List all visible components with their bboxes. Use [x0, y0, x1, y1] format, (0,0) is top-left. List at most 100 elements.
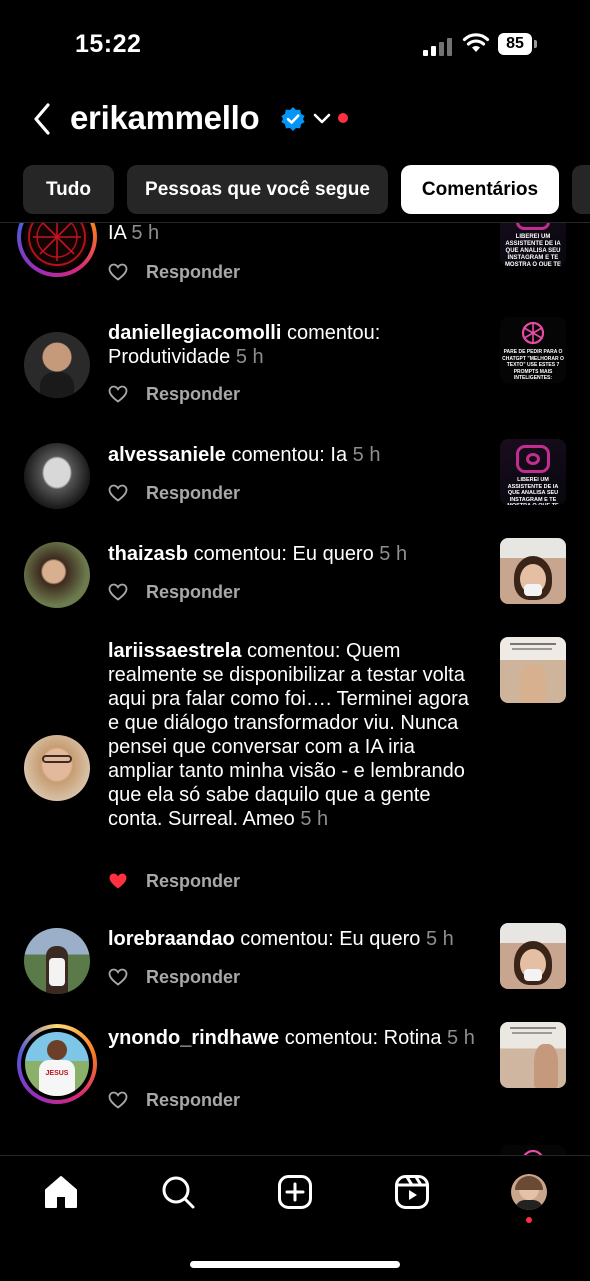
- comment-text: daniellegiacomolli comentou: Produtivida…: [108, 321, 483, 369]
- profile-notification-dot: [526, 1217, 532, 1223]
- avatar-shirt-text: JESUS: [45, 1070, 69, 1077]
- profile-avatar[interactable]: [511, 1174, 547, 1210]
- reply-button[interactable]: Responder: [146, 483, 240, 504]
- comment-verb: comentou:: [286, 322, 381, 344]
- comment-verb: comentou:: [240, 928, 334, 950]
- comment-username[interactable]: thaizasb: [108, 543, 188, 565]
- tab-pessoas-que-voce-segue[interactable]: Pessoas que você segue: [127, 165, 388, 214]
- comment-text: lariissaestrela comentou: Quem realmente…: [108, 639, 483, 831]
- comment-text: IA 5 h: [108, 223, 483, 245]
- heart-filled-icon[interactable]: [108, 872, 128, 890]
- compass-emblem-icon: [28, 223, 86, 266]
- list-item[interactable]: alvessaniele comentou: Ia 5 h Responder …: [0, 439, 590, 529]
- post-thumbnail[interactable]: [500, 1022, 566, 1088]
- comment-verb: comentou:: [231, 444, 325, 466]
- thumbnail-caption: LIBEREI UM ASSISTENTE DE IA QUE ANALISA …: [507, 477, 559, 505]
- filter-tabs: Tudo Pessoas que você segue Comentários: [0, 165, 590, 215]
- reply-button[interactable]: Responder: [146, 1090, 240, 1111]
- comment-time: 5 h: [300, 808, 329, 830]
- post-thumbnail[interactable]: [500, 1145, 566, 1155]
- reply-button[interactable]: Responder: [146, 262, 240, 283]
- list-item[interactable]: JESUS ynondo_rindhawe comentou: Rotina 5…: [0, 1022, 590, 1132]
- avatar[interactable]: [24, 735, 90, 801]
- comment-body: Produtividade: [108, 346, 231, 368]
- comment-actions: Responder: [108, 382, 240, 406]
- back-icon[interactable]: [28, 101, 58, 137]
- comment-time: 5 h: [425, 928, 454, 950]
- heart-icon[interactable]: [108, 1091, 128, 1109]
- comment-verb: comentou:: [193, 543, 287, 565]
- instagram-icon: [516, 445, 550, 473]
- comment-username[interactable]: lorebraandao: [108, 928, 235, 950]
- post-thumbnail[interactable]: [500, 538, 566, 604]
- reply-button[interactable]: Responder: [146, 967, 240, 988]
- heart-icon[interactable]: [108, 968, 128, 986]
- comment-username[interactable]: daniellegiacomolli: [108, 322, 281, 344]
- tab-more[interactable]: [572, 165, 590, 214]
- chatgpt-logo-icon: [521, 321, 545, 345]
- list-item[interactable]: thaizasb comentou: Eu quero 5 h Responde…: [0, 538, 590, 628]
- tab-tudo[interactable]: Tudo: [23, 165, 114, 214]
- comment-body: Quem realmente se disponibilizar a testa…: [108, 640, 469, 830]
- reply-button[interactable]: Responder: [146, 384, 240, 405]
- post-thumbnail[interactable]: [500, 637, 566, 703]
- reply-button[interactable]: Responder: [146, 582, 240, 603]
- battery-icon: 85: [498, 33, 538, 55]
- avatar[interactable]: [24, 928, 90, 994]
- avatar[interactable]: [24, 443, 90, 509]
- comment-username[interactable]: lariissaestrela: [108, 640, 241, 662]
- list-item[interactable]: lariissaestrela comentou: Quem realmente…: [0, 637, 590, 912]
- comment-time: 5 h: [235, 346, 264, 368]
- comment-username[interactable]: alvessaniele: [108, 444, 226, 466]
- comment-verb: comentou:: [247, 640, 341, 662]
- comment-text: thaizasb comentou: Eu quero 5 h: [108, 542, 483, 566]
- avatar[interactable]: [24, 332, 90, 398]
- list-item[interactable]: daniellegiacomolli comentou: Produtivida…: [0, 317, 590, 417]
- comment-verb: comentou:: [284, 1027, 379, 1049]
- cellular-signal-icon: [423, 36, 453, 56]
- comment-time: 5 h: [352, 444, 381, 466]
- account-username[interactable]: erikammello: [70, 99, 260, 137]
- search-icon[interactable]: [160, 1174, 196, 1210]
- verified-badge-icon: [281, 107, 305, 131]
- reels-icon[interactable]: [394, 1174, 430, 1210]
- comments-feed[interactable]: IA 5 h Responder LIBEREI UM ASSISTENTE D…: [0, 223, 590, 1155]
- comment-time: 5 h: [379, 543, 408, 565]
- avatar[interactable]: [17, 223, 97, 277]
- comment-actions: Responder: [108, 1088, 240, 1112]
- list-item[interactable]: [0, 1143, 590, 1155]
- list-item[interactable]: IA 5 h Responder LIBEREI UM ASSISTENTE D…: [0, 223, 590, 303]
- instagram-icon: [516, 223, 550, 230]
- tab-comentarios[interactable]: Comentários: [401, 165, 559, 214]
- comment-body: Rotina: [383, 1027, 442, 1049]
- home-indicator[interactable]: [190, 1261, 400, 1268]
- comment-text: ynondo_rindhawe comentou: Rotina 5 h: [108, 1026, 483, 1050]
- status-bar: 15:22 85: [0, 0, 590, 90]
- list-item[interactable]: lorebraandao comentou: Eu quero 5 h Resp…: [0, 923, 590, 1013]
- thumbnail-caption: LIBEREI UM ASSISTENTE DE IA QUE ANALISA …: [504, 234, 562, 266]
- avatar[interactable]: [24, 542, 90, 608]
- comment-username[interactable]: ynondo_rindhawe: [108, 1027, 279, 1049]
- post-thumbnail[interactable]: PARE DE PEDIR PARA O CHATGPT "MELHORAR O…: [500, 317, 566, 383]
- heart-icon[interactable]: [108, 385, 128, 403]
- post-thumbnail[interactable]: LIBEREI UM ASSISTENTE DE IA QUE ANALISA …: [500, 439, 566, 505]
- comment-time: 5 h: [447, 1027, 475, 1049]
- heart-icon[interactable]: [108, 583, 128, 601]
- avatar[interactable]: JESUS: [17, 1024, 97, 1104]
- header: erikammello: [0, 95, 590, 145]
- chatgpt-logo-icon: [523, 1149, 543, 1155]
- comment-text: lorebraandao comentou: Eu quero 5 h: [108, 927, 483, 951]
- create-icon[interactable]: [277, 1174, 313, 1210]
- chevron-down-icon[interactable]: [313, 111, 331, 125]
- home-icon[interactable]: [43, 1174, 79, 1210]
- heart-icon[interactable]: [108, 484, 128, 502]
- comment-actions: Responder: [108, 965, 240, 989]
- comment-body: Ia: [330, 444, 348, 466]
- battery-level: 85: [498, 33, 532, 55]
- reply-button[interactable]: Responder: [146, 871, 240, 892]
- notification-dot: [338, 113, 348, 123]
- heart-icon[interactable]: [108, 263, 128, 281]
- post-thumbnail[interactable]: [500, 923, 566, 989]
- post-thumbnail[interactable]: LIBEREI UM ASSISTENTE DE IA QUE ANALISA …: [500, 223, 566, 266]
- comment-body: Eu quero: [339, 928, 421, 950]
